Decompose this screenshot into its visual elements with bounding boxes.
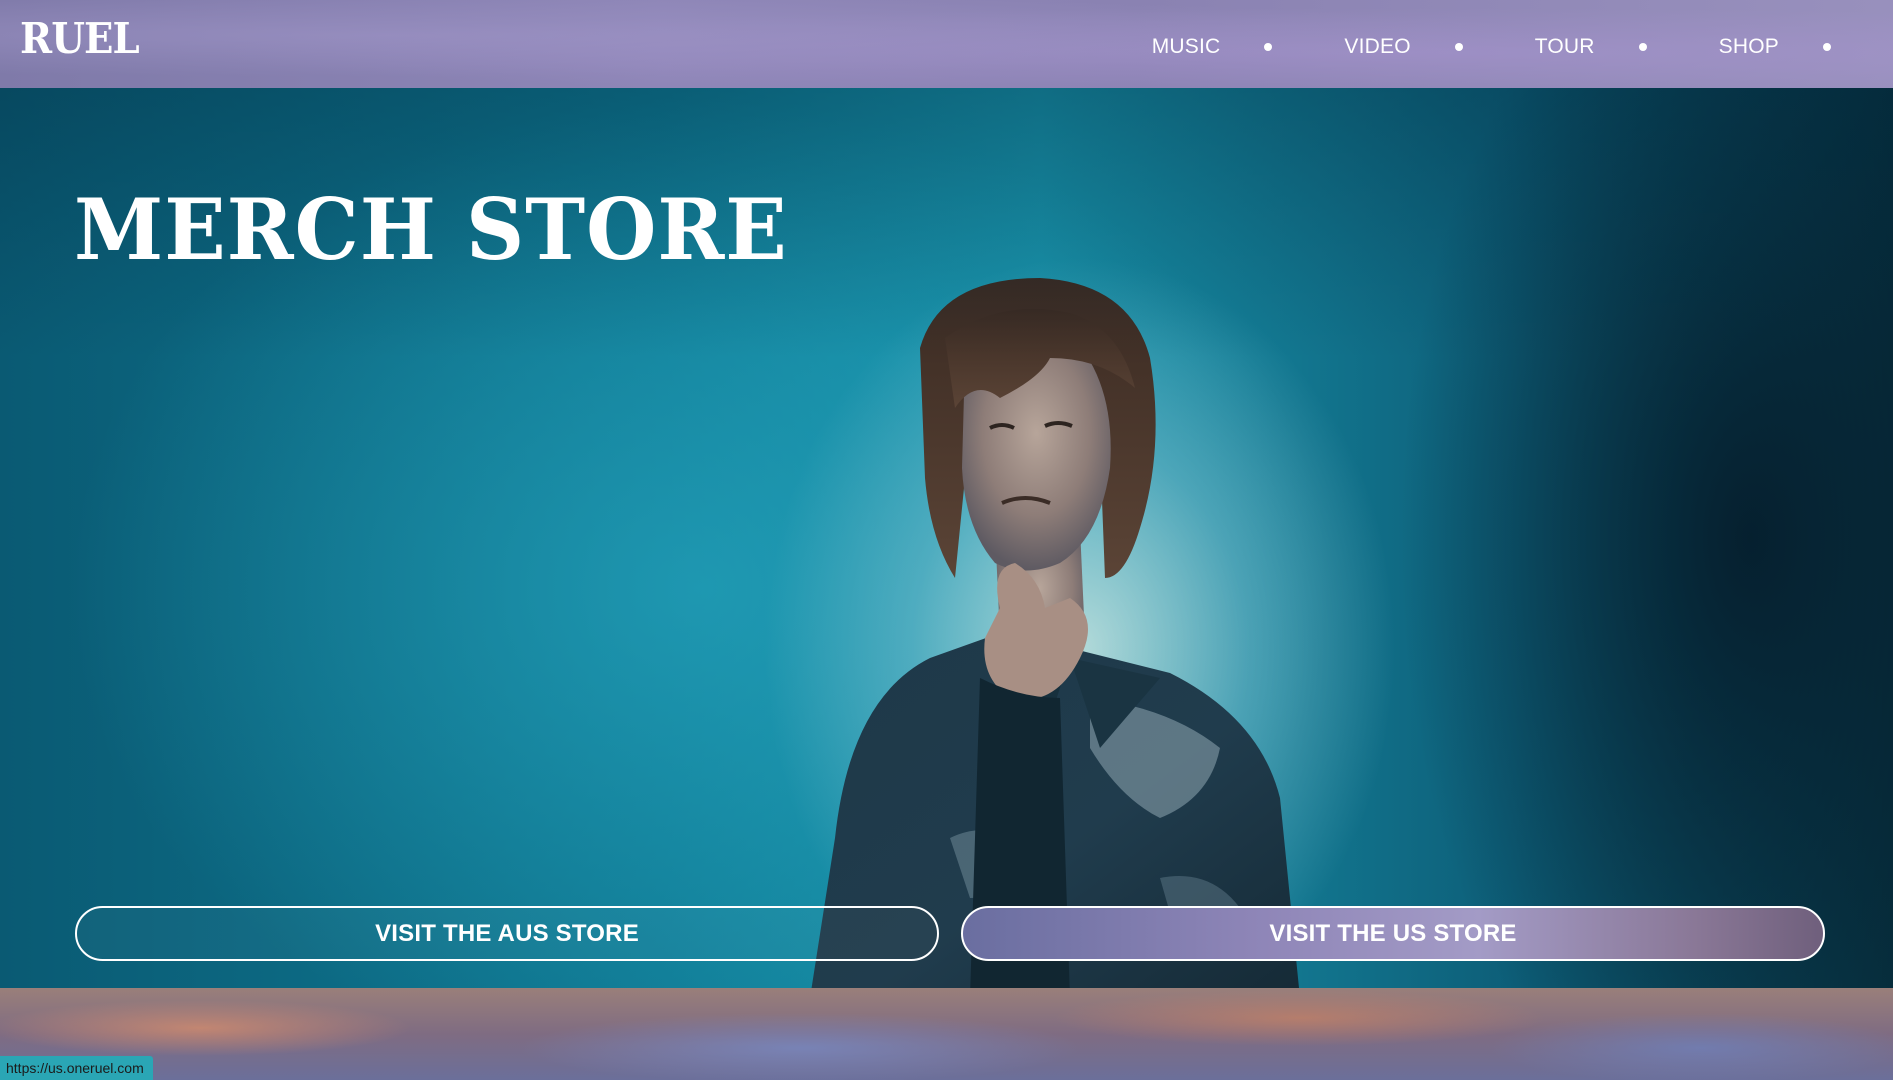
nav-separator-dot: [1638, 42, 1647, 51]
hero-section: MERCH STORE VISIT THE AUS STORE VISIT TH…: [0, 88, 1893, 988]
nav-link-tour[interactable]: TOUR: [1535, 35, 1595, 59]
visit-aus-store-button[interactable]: VISIT THE AUS STORE: [75, 906, 939, 961]
store-buttons: VISIT THE AUS STORE VISIT THE US STORE: [75, 906, 1825, 964]
nav-link-shop[interactable]: SHOP: [1719, 35, 1779, 59]
page: RUEL MUSIC VIDEO TOUR SHOP MERCH STORE V…: [0, 0, 1893, 1080]
site-logo[interactable]: RUEL: [20, 18, 140, 60]
nav-item-tour: TOUR: [1535, 35, 1719, 59]
main-nav: MUSIC VIDEO TOUR SHOP: [1152, 0, 1893, 93]
nav-separator-dot: [1823, 42, 1831, 51]
browser-status-url: https://us.oneruel.com: [0, 1056, 153, 1080]
nav-link-music[interactable]: MUSIC: [1152, 35, 1221, 59]
nav-separator-dot: [1454, 42, 1463, 51]
hero-portrait-image: [811, 278, 1299, 988]
nav-item-music: MUSIC: [1152, 35, 1345, 59]
nav-separator-dot: [1264, 42, 1273, 51]
nav-item-shop: SHOP: [1719, 35, 1893, 59]
visit-us-store-button[interactable]: VISIT THE US STORE: [961, 906, 1825, 961]
next-section-preview: [0, 988, 1893, 1080]
nav-item-video: VIDEO: [1344, 35, 1534, 59]
site-header: RUEL MUSIC VIDEO TOUR SHOP: [0, 0, 1893, 88]
page-title: MERCH STORE: [74, 180, 788, 279]
nav-link-video[interactable]: VIDEO: [1344, 35, 1410, 59]
